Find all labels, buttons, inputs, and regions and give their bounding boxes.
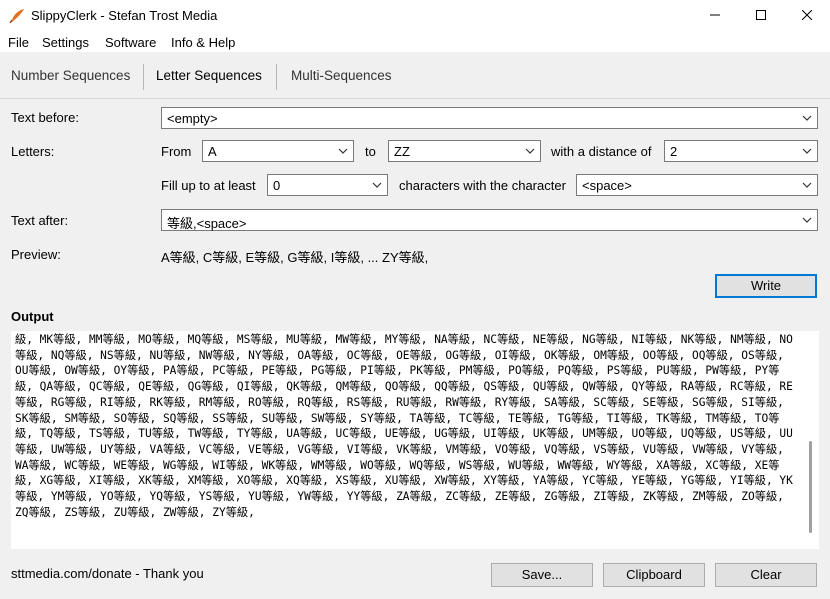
fill-char-combo[interactable]: <space> <box>576 174 818 196</box>
chevron-down-icon <box>338 148 348 154</box>
clear-button[interactable]: Clear <box>715 563 817 587</box>
minimize-icon <box>710 14 720 16</box>
close-button[interactable] <box>784 0 830 32</box>
maximize-button[interactable] <box>738 0 784 32</box>
tab-bar: Number Sequences Letter Sequences Multi-… <box>0 52 830 99</box>
tab-divider <box>276 64 277 90</box>
menu-bar: File Settings Software Info & Help <box>0 32 830 52</box>
chevron-down-icon <box>372 182 382 188</box>
minimize-button[interactable] <box>692 0 738 32</box>
distance-value: 2 <box>670 144 678 159</box>
distance-label: with a distance of <box>551 144 652 159</box>
chevron-down-icon <box>802 217 812 223</box>
menu-info-help[interactable]: Info & Help <box>171 35 235 50</box>
chevron-down-icon <box>525 148 535 154</box>
menu-settings[interactable]: Settings <box>42 35 89 50</box>
close-icon <box>801 9 813 21</box>
window-title: SlippyClerk - Stefan Trost Media <box>31 8 218 23</box>
save-button[interactable]: Save... <box>491 563 593 587</box>
letters-label: Letters: <box>11 144 55 159</box>
fill-combo[interactable]: 0 <box>267 174 388 196</box>
from-label: From <box>161 144 192 159</box>
text-after-combo[interactable]: 等級,<space> <box>161 209 818 231</box>
maximize-icon <box>756 10 766 20</box>
from-value: A <box>208 144 217 159</box>
donate-text[interactable]: sttmedia.com/donate - Thank you <box>11 566 204 581</box>
scrollbar-thumb[interactable] <box>809 441 812 533</box>
text-after-value: 等級,<space> <box>167 216 247 231</box>
from-combo[interactable]: A <box>202 140 354 162</box>
fill-value: 0 <box>273 178 281 193</box>
to-combo[interactable]: ZZ <box>388 140 541 162</box>
output-textarea[interactable]: 級, MK等級, MM等級, MO等級, MQ等級, MS等級, MU等級, M… <box>11 331 819 549</box>
output-label: Output <box>11 309 54 324</box>
tab-letter-sequences[interactable]: Letter Sequences <box>156 52 262 98</box>
preview-value: A等級, C等級, E等級, G等級, I等級, ... ZY等級, <box>161 250 429 265</box>
write-button[interactable]: Write <box>715 274 817 298</box>
chars-label: characters with the character <box>399 178 566 193</box>
output-scrollbar[interactable] <box>802 331 819 549</box>
title-bar: SlippyClerk - Stefan Trost Media <box>0 0 830 32</box>
preview-label: Preview: <box>11 247 61 262</box>
chevron-down-icon <box>802 182 812 188</box>
text-after-label: Text after: <box>11 213 69 228</box>
text-before-combo[interactable]: <empty> <box>161 107 818 129</box>
fill-char-value: <space> <box>582 178 632 193</box>
to-value: ZZ <box>394 144 410 159</box>
text-before-value: <empty> <box>167 111 218 126</box>
tab-multi-sequences[interactable]: Multi-Sequences <box>291 52 392 98</box>
output-text: 級, MK等級, MM等級, MO等級, MQ等級, MS等級, MU等級, M… <box>15 333 793 519</box>
distance-combo[interactable]: 2 <box>664 140 818 162</box>
to-label: to <box>365 144 376 159</box>
tab-number-sequences[interactable]: Number Sequences <box>11 52 130 98</box>
text-before-label: Text before: <box>11 110 79 125</box>
quill-icon <box>9 9 24 24</box>
chevron-down-icon <box>802 115 812 121</box>
menu-file[interactable]: File <box>8 35 29 50</box>
clipboard-button[interactable]: Clipboard <box>603 563 705 587</box>
menu-software[interactable]: Software <box>105 35 156 50</box>
fill-label: Fill up to at least <box>161 178 256 193</box>
tab-divider <box>143 64 144 90</box>
chevron-down-icon <box>802 148 812 154</box>
